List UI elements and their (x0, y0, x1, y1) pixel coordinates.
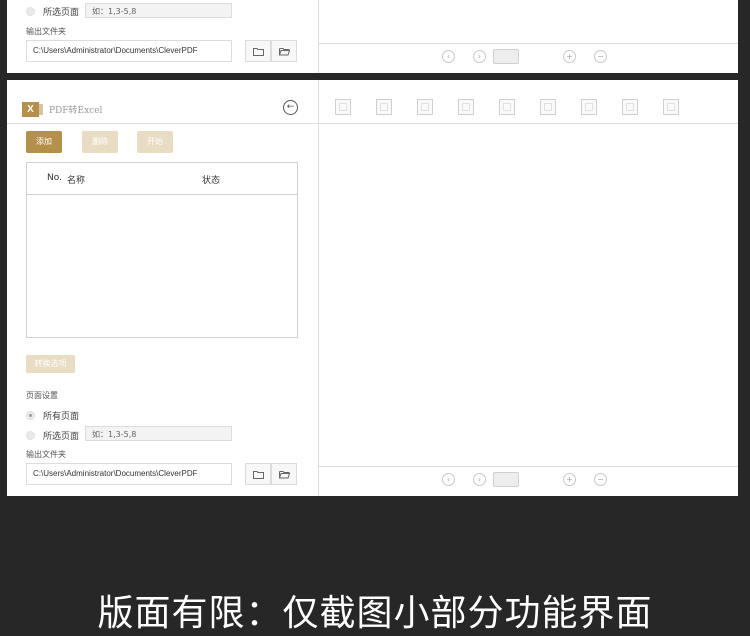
output-folder-label: 输出文件夹 (26, 450, 66, 459)
preview-toolbar (335, 99, 704, 115)
zoom-out-icon[interactable]: − (594, 473, 607, 486)
open-folder-icon (278, 47, 290, 55)
output-path-input[interactable]: C:\Users\Administrator\Documents\CleverP… (26, 463, 232, 485)
selected-pages-option[interactable]: 所选页面 (26, 5, 79, 18)
next-page-icon[interactable]: › (473, 50, 486, 63)
folder-icon (252, 470, 264, 479)
zoom-in-icon[interactable]: + (563, 473, 576, 486)
all-pages-option[interactable]: 所有页面 (26, 409, 79, 422)
add-button[interactable]: 添加 (26, 131, 62, 153)
selected-pages-radio[interactable] (26, 431, 35, 440)
table-header: No. 名称 状态 (27, 163, 297, 195)
selected-pages-option[interactable]: 所选页面 (26, 429, 79, 442)
caption-text: 版面有限：仅截图小部分功能界面 (97, 593, 653, 634)
col-name: 名称 (67, 176, 86, 186)
app-header: X PDF转Excel (22, 102, 102, 117)
add-table-icon[interactable] (458, 99, 474, 115)
next-page-icon[interactable]: › (473, 473, 486, 486)
start-button[interactable]: 开始 (137, 131, 173, 153)
app-title: PDF转Excel (49, 106, 103, 116)
vertical-split-icon[interactable] (540, 99, 556, 115)
page-range-input[interactable]: 如：1,3-5,8 (85, 3, 232, 18)
all-pages-label: 所有页面 (43, 412, 80, 422)
select-area-icon[interactable] (376, 99, 392, 115)
image-select-icon[interactable] (417, 99, 433, 115)
browse-folder-button[interactable] (245, 40, 271, 62)
open-folder-button[interactable] (271, 463, 297, 485)
zoom-in-icon[interactable]: + (563, 50, 576, 63)
browse-folder-button[interactable] (245, 463, 271, 485)
folder-icon (252, 47, 264, 56)
table-grid-icon[interactable] (622, 99, 638, 115)
convert-options-button[interactable]: 转换选项 (26, 355, 75, 373)
top-window: 所选页面 如：1,3-5,8 输出文件夹 C:\Users\Administra… (7, 0, 738, 73)
preview-footer-line (318, 43, 738, 44)
all-pages-radio[interactable] (26, 411, 35, 420)
prev-page-icon[interactable]: ‹ (442, 473, 455, 486)
back-arrow-icon[interactable]: ← (283, 100, 298, 115)
toolbar-divider (318, 123, 738, 124)
panel-divider (318, 80, 319, 496)
zoom-icon[interactable] (335, 99, 351, 115)
selected-pages-label: 所选页面 (43, 8, 80, 18)
preview-footer-line (318, 466, 738, 467)
single-cell-icon[interactable] (499, 99, 515, 115)
open-folder-button[interactable] (271, 40, 297, 62)
page-range-input[interactable]: 如：1,3-5,8 (85, 426, 232, 441)
zoom-out-icon[interactable]: − (594, 50, 607, 63)
table-grid-alt-icon[interactable] (663, 99, 679, 115)
main-window: X PDF转Excel ← 添加 删除 开始 No. 名称 状态 转换选项 页面… (7, 80, 738, 496)
col-status: 状态 (202, 176, 221, 186)
add-row-icon[interactable] (581, 99, 597, 115)
col-no: No. (47, 173, 62, 183)
file-table[interactable]: No. 名称 状态 (26, 162, 298, 338)
delete-button[interactable]: 删除 (82, 131, 118, 153)
page-number-box[interactable] (493, 49, 519, 64)
output-path-input[interactable]: C:\Users\Administrator\Documents\CleverP… (26, 40, 232, 62)
open-folder-icon (278, 470, 290, 478)
preview-nav: ‹ › + − (442, 472, 607, 487)
preview-nav: ‹ › + − (442, 49, 607, 64)
header-divider (7, 123, 318, 124)
output-folder-label: 输出文件夹 (26, 27, 66, 36)
panel-divider (318, 0, 319, 73)
selected-pages-label: 所选页面 (43, 432, 80, 442)
selected-pages-radio[interactable] (26, 7, 35, 16)
excel-logo-icon: X (22, 102, 43, 117)
prev-page-icon[interactable]: ‹ (442, 50, 455, 63)
page-settings-label: 页面设置 (26, 391, 58, 400)
page-number-box[interactable] (493, 472, 519, 487)
